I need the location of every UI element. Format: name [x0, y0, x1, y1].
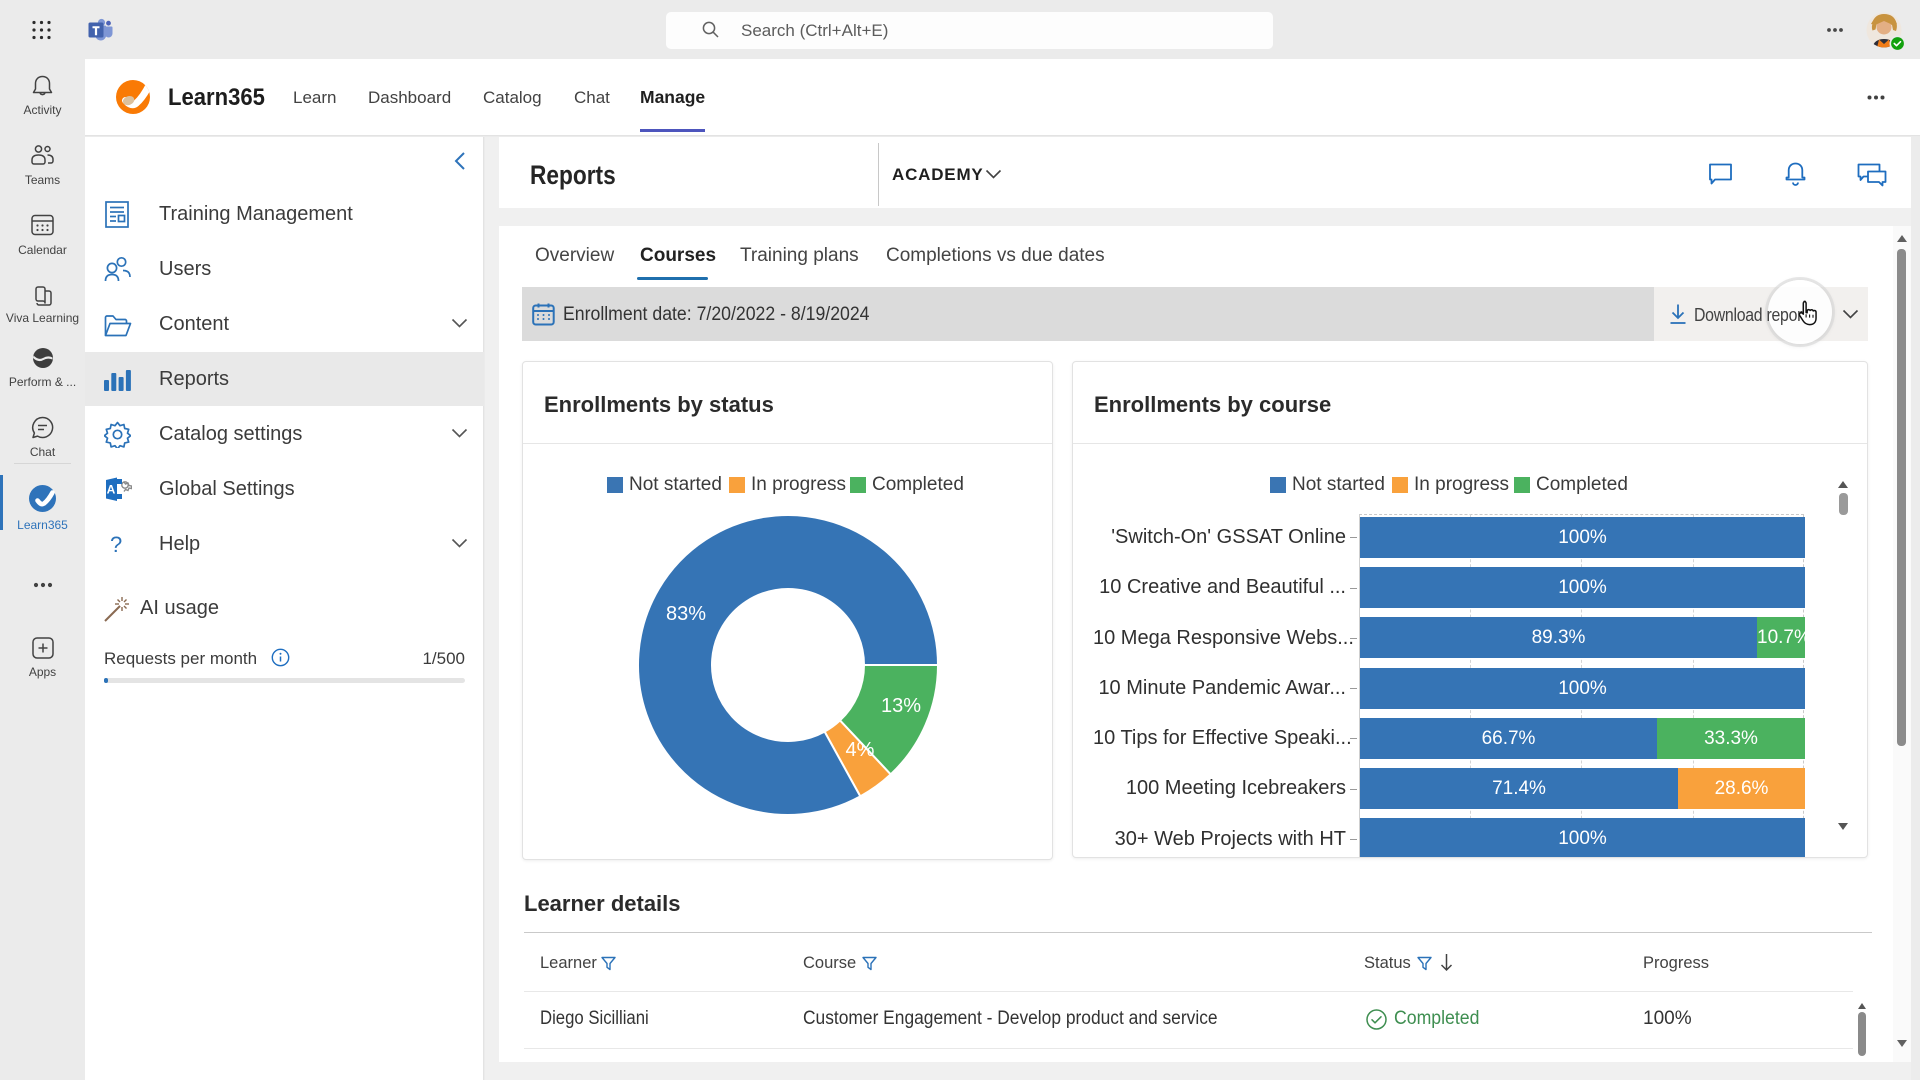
svg-text:13%: 13% — [881, 695, 921, 717]
svg-text:83%: 83% — [666, 603, 706, 625]
svg-text:A: A — [107, 483, 116, 497]
svg-text:4%: 4% — [846, 739, 875, 761]
